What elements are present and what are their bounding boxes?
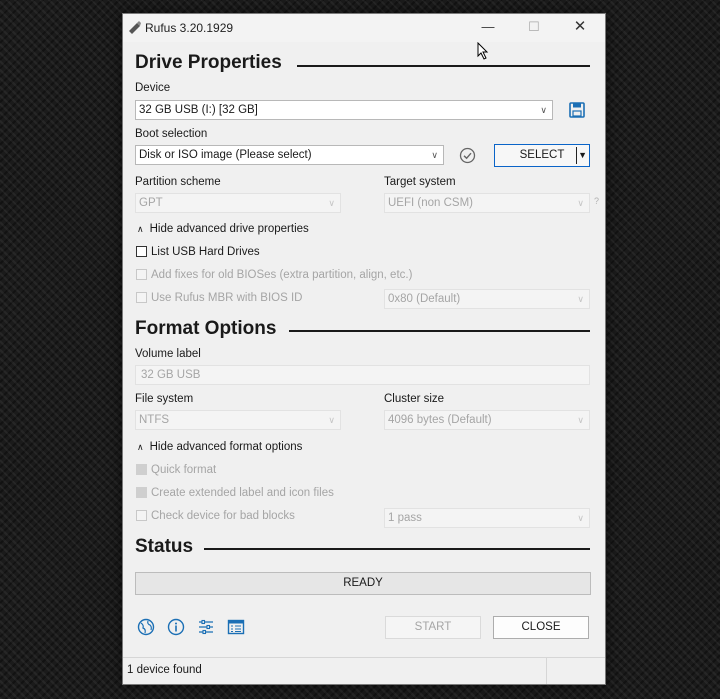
chevron-down-icon: ∨ <box>328 198 335 208</box>
select-split-divider <box>576 147 577 164</box>
cluster-size-dropdown[interactable]: 4096 bytes (Default) ∨ <box>384 410 590 430</box>
status-bar: 1 device found <box>123 657 605 684</box>
use-mbr-checkbox[interactable]: Use Rufus MBR with BIOS ID <box>136 291 302 305</box>
about-icon[interactable] <box>167 618 185 636</box>
device-value: 32 GB USB (I:) [32 GB] <box>139 104 258 116</box>
rufus-window: Rufus 3.20.1929 — ☐ ✕ Drive Properties D… <box>122 13 606 685</box>
chevron-down-icon: ∨ <box>577 415 584 425</box>
checkbox-box[interactable] <box>136 510 147 521</box>
language-icon[interactable] <box>137 618 155 636</box>
window-title: Rufus 3.20.1929 <box>145 21 234 35</box>
file-system-label: File system <box>135 393 194 405</box>
add-fixes-label: Add fixes for old BIOSes (extra partitio… <box>151 269 413 281</box>
partition-scheme-label: Partition scheme <box>135 176 221 188</box>
target-system-help[interactable]: ? <box>594 196 599 206</box>
checkbox-box[interactable] <box>136 487 147 498</box>
partition-scheme-dropdown[interactable]: GPT ∨ <box>135 193 341 213</box>
target-system-dropdown[interactable]: UEFI (non CSM) ∨ <box>384 193 590 213</box>
file-system-dropdown[interactable]: NTFS ∨ <box>135 410 341 430</box>
window-close-button[interactable]: ✕ <box>557 14 603 42</box>
chevron-down-icon: ∨ <box>431 150 438 160</box>
target-system-value: UEFI (non CSM) <box>388 197 473 209</box>
boot-selection-dropdown[interactable]: Disk or ISO image (Please select) ∨ <box>135 145 444 165</box>
volume-label-input[interactable]: 32 GB USB <box>135 365 590 385</box>
close-button[interactable]: CLOSE <box>493 616 589 639</box>
device-dropdown[interactable]: 32 GB USB (I:) [32 GB] ∨ <box>135 100 553 120</box>
progress-bar: READY <box>135 572 591 595</box>
volume-label-label: Volume label <box>135 348 201 360</box>
select-button-label: SELECT <box>519 149 565 161</box>
cluster-size-value: 4096 bytes (Default) <box>388 414 492 426</box>
start-button[interactable]: START <box>385 616 481 639</box>
boot-selection-label: Boot selection <box>135 128 208 140</box>
add-fixes-checkbox[interactable]: Add fixes for old BIOSes (extra partitio… <box>136 268 412 282</box>
extended-label-label: Create extended label and icon files <box>151 487 334 499</box>
drive-properties-rule <box>297 65 590 67</box>
file-system-value: NTFS <box>139 414 170 426</box>
bios-id-dropdown[interactable]: 0x80 (Default) ∨ <box>384 289 590 309</box>
bad-blocks-label: Check device for bad blocks <box>151 510 295 522</box>
format-options-rule <box>289 330 590 332</box>
minimize-button[interactable]: — <box>465 14 511 42</box>
settings-icon[interactable] <box>197 618 215 636</box>
status-heading: Status <box>135 536 194 557</box>
use-mbr-label: Use Rufus MBR with BIOS ID <box>151 292 303 304</box>
format-options-heading: Format Options <box>135 318 277 339</box>
passes-value: 1 pass <box>388 512 422 524</box>
passes-dropdown[interactable]: 1 pass ∨ <box>384 508 590 528</box>
partition-scheme-value: GPT <box>139 197 163 209</box>
checkbox-box[interactable] <box>136 246 147 257</box>
status-rule <box>204 548 590 550</box>
bad-blocks-checkbox[interactable]: Check device for bad blocks <box>136 509 295 523</box>
status-bar-divider <box>546 658 547 684</box>
hide-advanced-format-toggle[interactable]: ∧ Hide advanced format options <box>137 441 302 453</box>
device-count-text: 1 device found <box>127 664 202 676</box>
quick-format-checkbox[interactable]: Quick format <box>136 463 216 477</box>
chevron-down-icon: ∨ <box>577 198 584 208</box>
list-usb-checkbox[interactable]: List USB Hard Drives <box>136 245 260 259</box>
hide-advanced-drive-label: Hide advanced drive properties <box>149 223 309 235</box>
chevron-down-icon: ∨ <box>577 294 584 304</box>
chevron-down-icon: ∨ <box>577 513 584 523</box>
rufus-app-icon <box>129 21 141 34</box>
boot-selection-value: Disk or ISO image (Please select) <box>139 149 312 161</box>
quick-format-label: Quick format <box>151 464 217 476</box>
device-label: Device <box>135 82 171 94</box>
checkbox-box[interactable] <box>136 464 147 475</box>
verify-checksum-icon[interactable] <box>459 147 476 164</box>
select-button[interactable]: SELECT ▼ <box>494 144 590 167</box>
chevron-down-icon: ∨ <box>328 415 335 425</box>
hide-advanced-drive-toggle[interactable]: ∧ Hide advanced drive properties <box>137 223 309 235</box>
checkbox-box[interactable] <box>136 269 147 280</box>
bios-id-value: 0x80 (Default) <box>388 293 461 305</box>
cluster-size-label: Cluster size <box>384 393 445 405</box>
drive-properties-heading: Drive Properties <box>135 52 282 73</box>
log-icon[interactable] <box>227 618 245 636</box>
chevron-down-icon: ∨ <box>540 105 547 115</box>
maximize-button[interactable]: ☐ <box>511 14 557 42</box>
save-icon[interactable] <box>569 102 585 118</box>
chevron-up-icon: ∧ <box>137 224 144 234</box>
dropdown-arrow-icon[interactable]: ▼ <box>578 145 587 166</box>
list-usb-label: List USB Hard Drives <box>151 246 260 258</box>
hide-advanced-format-label: Hide advanced format options <box>149 441 303 453</box>
extended-label-checkbox[interactable]: Create extended label and icon files <box>136 486 334 500</box>
mouse-cursor-icon <box>477 42 489 60</box>
checkbox-box[interactable] <box>136 292 147 303</box>
target-system-label: Target system <box>384 176 456 188</box>
chevron-up-icon: ∧ <box>137 442 144 452</box>
title-bar[interactable]: Rufus 3.20.1929 — ☐ ✕ <box>123 14 605 42</box>
